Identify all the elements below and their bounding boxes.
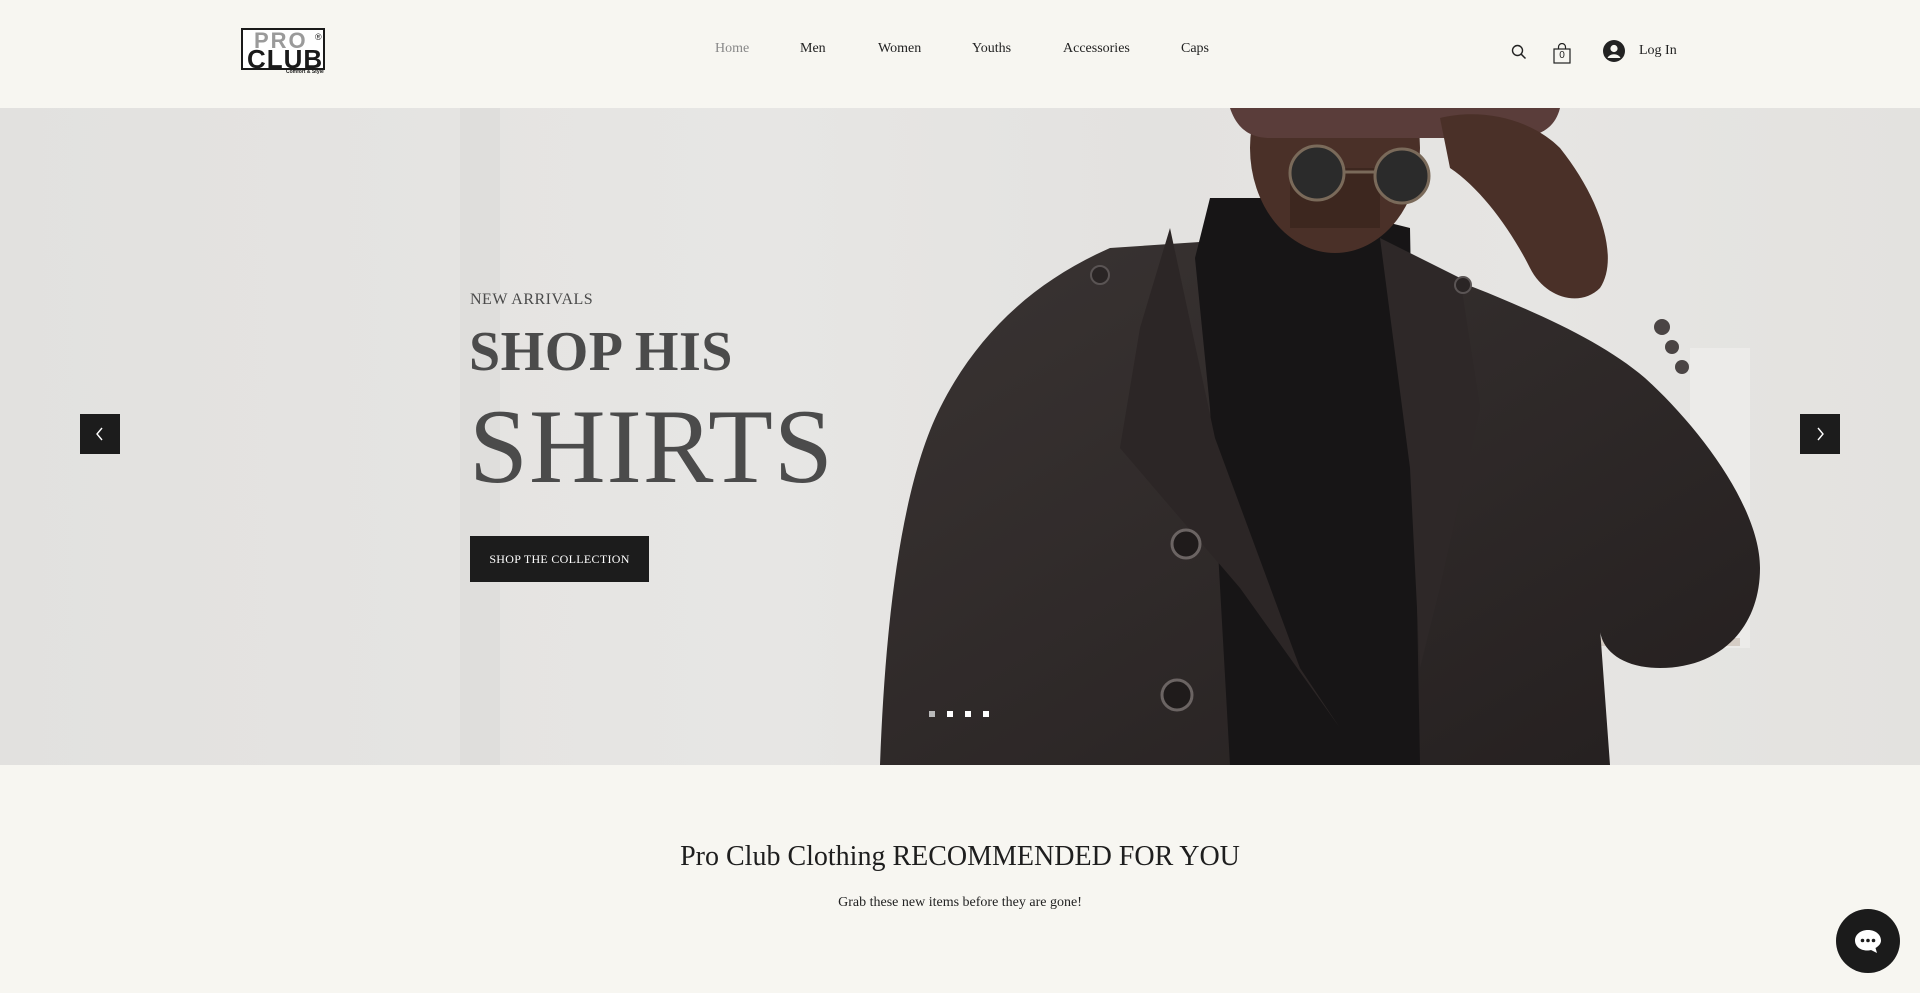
chat-bubble-icon [1855, 930, 1881, 953]
slider-dot-3[interactable] [965, 711, 971, 717]
nav-item-youths[interactable]: Youths [972, 41, 1011, 57]
hero-eyebrow: NEW ARRIVALS [470, 291, 594, 308]
nav-item-caps[interactable]: Caps [1181, 41, 1209, 57]
nav-item-accessories[interactable]: Accessories [1063, 41, 1130, 57]
recommended-title: Pro Club Clothing RECOMMENDED FOR YOU [680, 841, 1240, 872]
slider-prev-button[interactable] [80, 414, 120, 454]
main-nav: Home Men Women Youths Accessories Caps [0, 41, 1920, 61]
cart-count: 0 [1559, 50, 1565, 61]
hero-headline: SHOP HIS [469, 321, 733, 383]
chevron-left-icon [96, 427, 103, 441]
login-link[interactable]: Log In [1639, 43, 1677, 59]
user-avatar-icon[interactable] [1603, 40, 1625, 62]
slider-next-button[interactable] [1800, 414, 1840, 454]
cart-button[interactable]: 0 [1553, 42, 1571, 64]
chat-button[interactable] [1836, 909, 1900, 973]
slider-dot-2[interactable] [947, 711, 953, 717]
hero-model-image [460, 108, 1760, 765]
site-header: PRO CLUB ® Comfort & Style Home Men Wome… [0, 0, 1920, 109]
recommended-subtitle: Grab these new items before they are gon… [838, 895, 1082, 910]
slider-dot-1[interactable] [929, 711, 935, 717]
nav-item-women[interactable]: Women [878, 41, 921, 57]
shop-collection-button[interactable]: SHOP THE COLLECTION [470, 536, 649, 582]
nav-item-home[interactable]: Home [715, 41, 749, 57]
search-icon[interactable] [1511, 44, 1527, 60]
chevron-right-icon [1817, 427, 1824, 441]
hero-slider: NEW ARRIVALS SHOP HIS SHIRTS SHOP THE CO… [0, 108, 1920, 765]
nav-item-men[interactable]: Men [800, 41, 826, 57]
hero-headline-large: SHIRTS [469, 388, 834, 505]
slider-dot-4[interactable] [983, 711, 989, 717]
logo-tagline: Comfort & Style [286, 69, 324, 75]
